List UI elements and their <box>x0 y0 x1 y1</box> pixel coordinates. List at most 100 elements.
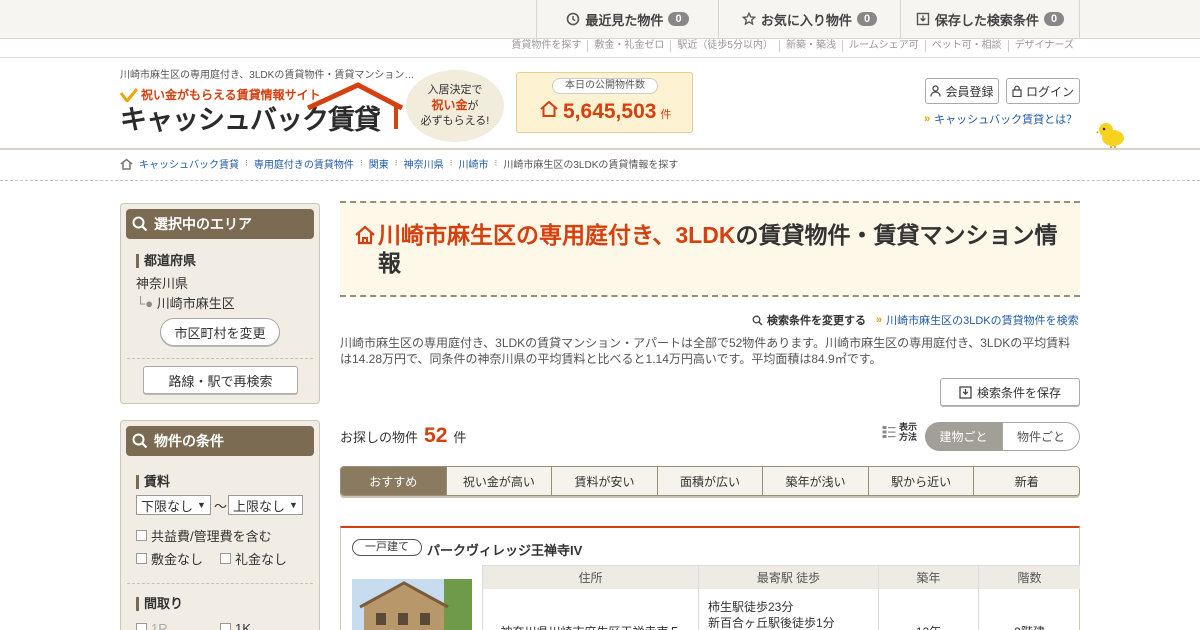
recent-viewed-label: 最近見た物件 <box>585 12 664 28</box>
download-box-icon <box>959 385 972 399</box>
property-table-header: 住所 最寄駅 徒歩 築年 階数 <box>482 565 1080 589</box>
breadcrumb-link[interactable]: 川崎市 <box>459 156 489 171</box>
selected-area-header: 選択中のエリア <box>126 209 314 239</box>
area-search-label: 川崎市麻生区の3LDKの賃貸物件を検索 <box>886 315 1079 327</box>
selected-area-panel: 選択中のエリア 都道府県 神奈川県 └● 川崎市麻生区 市区町村を変更 路線・駅… <box>120 203 320 404</box>
property-name[interactable]: パークヴィレッジ王禅寺IV <box>427 540 582 559</box>
category-link[interactable]: デザイナーズ <box>1007 40 1080 52</box>
checkbox-icon <box>136 553 147 564</box>
promo-line: 必ずもらえる! <box>420 115 490 127</box>
no-key-money-checkbox[interactable]: 礼金なし <box>220 549 287 568</box>
view-by-property-toggle[interactable]: 物件ごと <box>1002 422 1080 451</box>
breadcrumb-separator-icon: ⁝ <box>359 158 363 168</box>
view-mode-label: 表示 方法 <box>882 422 917 442</box>
rail-station-search-button[interactable]: 路線・駅で再検索 <box>143 366 298 394</box>
save-search-button[interactable]: 検索条件を保存 <box>940 378 1080 406</box>
category-link[interactable]: 新築・築浅 <box>778 40 842 52</box>
checkbox-icon <box>220 623 231 630</box>
login-button[interactable]: ログイン <box>1006 78 1080 104</box>
sort-tab-cashback[interactable]: 祝い金が高い <box>445 467 552 495</box>
results-description: 川崎市麻生区の専用庭付き、3LDKの賃貸マンション・アパートは全部で52物件あり… <box>340 336 1071 366</box>
property-conditions-panel: 物件の条件 賃料 下限なし ▼ 〜 上限なし ▼ 共益費/管理費を含む 敷金なし… <box>120 420 320 630</box>
site-description: 川崎市麻生区の専用庭付き、3LDKの賃貸物件・賃貸マンション… <box>120 70 415 81</box>
tree-branch-icon: └● <box>136 296 154 311</box>
breadcrumb-link[interactable]: 関東 <box>369 156 389 171</box>
double-chevron-icon: » <box>924 113 931 125</box>
area-search-link[interactable]: » 川崎市麻生区の3LDKの賃貸物件を検索 <box>876 312 1079 328</box>
checkbox-icon <box>136 530 147 541</box>
category-link[interactable]: ペット可・相談 <box>924 40 1008 52</box>
layout-heading: 間取り <box>136 597 183 611</box>
breadcrumb-link[interactable]: 神奈川県 <box>404 156 444 171</box>
station-line: 新百合ヶ丘駅後徒歩1分 <box>708 616 835 630</box>
rent-max-select[interactable]: 上限なし ▼ <box>228 495 303 515</box>
breadcrumb: キャッシュバック賃貸 ⁝ 専用庭付きの賃貸物件 ⁝ 関東 ⁝ 神奈川県 ⁝ 川崎… <box>120 156 678 171</box>
recent-viewed-count: 0 <box>668 12 689 26</box>
promo-highlight: 祝い金 <box>431 98 468 112</box>
register-button[interactable]: 会員登録 <box>925 78 999 104</box>
page-title: 川崎市麻生区の専用庭付き、3LDKの賃貸物件・賃貸マンション情報 <box>378 221 1068 277</box>
saved-searches-link[interactable]: 保存した検索条件 0 <box>900 0 1080 38</box>
about-label: キャッシュバック賃貸とは？ <box>934 114 1078 126</box>
category-link[interactable]: 敷金・礼金ゼロ <box>587 40 670 52</box>
search-icon <box>752 315 763 326</box>
listing-count-unit: 件 <box>660 109 672 121</box>
category-links: 賃貸物件を探す 敷金・礼金ゼロ 駅近（徒歩5分以内） 新築・築浅 ルームシェア可… <box>505 40 1080 52</box>
layout-1r-checkbox[interactable]: 1R <box>136 621 168 630</box>
selected-area-title: 選択中のエリア <box>154 216 252 232</box>
header-age: 築年 <box>878 566 978 589</box>
promo-line: が <box>467 100 479 112</box>
sort-tab-new[interactable]: 新着 <box>973 467 1079 495</box>
breadcrumb-link[interactable]: キャッシュバック賃貸 <box>139 156 239 171</box>
change-city-button[interactable]: 市区町村を変更 <box>160 318 280 346</box>
house-roof-icon <box>306 82 404 129</box>
sort-tab-age[interactable]: 築年が浅い <box>762 467 868 495</box>
sort-tab-station[interactable]: 駅から近い <box>867 467 974 495</box>
rent-range-tilde: 〜 <box>214 499 228 514</box>
breadcrumb-current: 川崎市麻生区の3LDKの賃貸情報を探す <box>503 160 679 171</box>
favorites-link[interactable]: お気に入り物件 0 <box>718 0 900 38</box>
download-box-icon <box>916 12 930 26</box>
search-icon <box>132 433 148 449</box>
saved-searches-label: 保存した検索条件 <box>934 12 1039 28</box>
save-search-label: 検索条件を保存 <box>976 385 1061 400</box>
property-stations: 柿生駅徒歩23分 新百合ヶ丘駅後徒歩1分 <box>698 589 878 630</box>
user-icon <box>930 85 942 97</box>
header-station: 最寄駅 徒歩 <box>698 566 878 589</box>
prefecture-value: 神奈川県 <box>136 276 189 291</box>
about-link[interactable]: » キャッシュバック賃貸とは？ <box>924 111 1077 127</box>
lock-icon <box>1012 85 1022 97</box>
sort-tab-recommended[interactable]: おすすめ <box>341 467 446 495</box>
change-conditions-link[interactable]: 検索条件を変更する <box>752 312 866 328</box>
checkbox-icon <box>136 623 147 630</box>
top-bar: 最近見た物件 0 お気に入り物件 0 保存した検索条件 0 <box>0 0 1200 39</box>
header-address: 住所 <box>482 566 698 589</box>
house-icon <box>540 100 558 117</box>
property-photo[interactable] <box>352 579 472 630</box>
recent-viewed-link[interactable]: 最近見た物件 0 <box>536 0 718 38</box>
rent-min-select[interactable]: 下限なし ▼ <box>136 495 211 515</box>
sort-tab-rent[interactable]: 賃料が安い <box>551 467 657 495</box>
property-table-row: 神奈川県川崎市麻生区王禅寺東５ 柿生駅徒歩23分 新百合ヶ丘駅後徒歩1分 12年… <box>482 589 1080 630</box>
property-card: 一戸建て パークヴィレッジ王禅寺IV 住所 最寄駅 徒歩 築年 階数 神奈川県川… <box>340 526 1080 630</box>
no-deposit-label: 敷金なし <box>151 552 204 567</box>
breadcrumb-separator-icon: ⁝ <box>245 158 248 168</box>
view-by-building-toggle[interactable]: 建物ごと <box>925 422 1002 451</box>
home-icon <box>120 158 133 170</box>
breadcrumb-link[interactable]: 専用庭付きの賃貸物件 <box>254 156 354 171</box>
header-divider <box>0 57 1200 58</box>
sort-tab-area[interactable]: 面積が広い <box>656 467 763 495</box>
no-deposit-checkbox[interactable]: 敷金なし <box>136 549 203 568</box>
page-title-box: 川崎市麻生区の専用庭付き、3LDKの賃貸物件・賃貸マンション情報 <box>340 201 1080 297</box>
layout-1k-checkbox[interactable]: 1K <box>220 621 251 630</box>
category-link[interactable]: ルームシェア可 <box>841 40 925 52</box>
building-photo-image <box>352 579 472 630</box>
listing-count-box: 本日の公開物件数 5,645,503 件 <box>516 72 693 133</box>
conditions-header: 物件の条件 <box>126 426 314 456</box>
category-link[interactable]: 賃貸物件を探す <box>505 40 587 52</box>
include-fees-checkbox[interactable]: 共益費/管理費を含む <box>136 526 272 545</box>
category-link[interactable]: 駅近（徒歩5分以内） <box>670 40 779 52</box>
property-address: 神奈川県川崎市麻生区王禅寺東５ <box>482 589 698 630</box>
prefecture-heading: 都道府県 <box>136 254 319 268</box>
saved-searches-count: 0 <box>1043 12 1065 26</box>
